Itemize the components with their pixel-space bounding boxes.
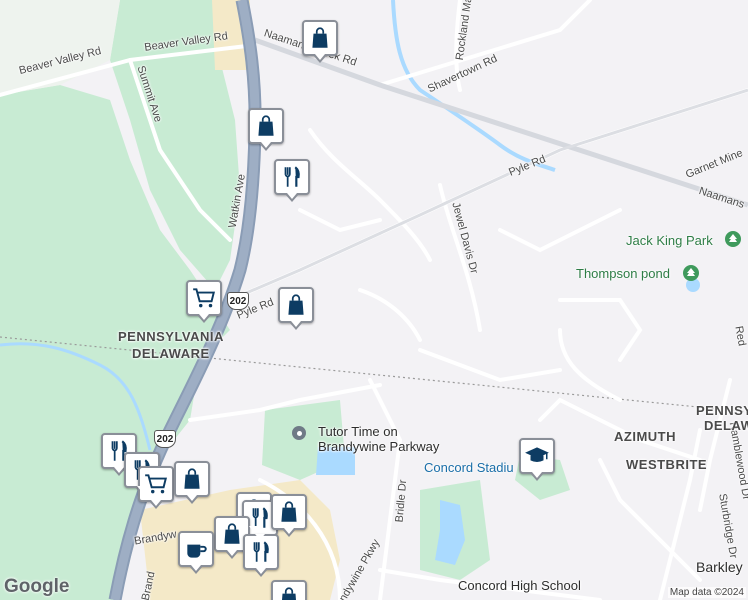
graduation-cap-icon — [525, 447, 549, 462]
google-logo: Google — [4, 576, 70, 597]
shopping-bag-icon — [288, 294, 304, 315]
poi-pin-shopping[interactable] — [271, 494, 307, 537]
map-canvas[interactable]: Beaver Valley Rd Beaver Valley Rd Naaman… — [0, 0, 748, 600]
poi-pin-cafe[interactable] — [178, 531, 214, 574]
coffee-cup-icon — [187, 544, 207, 558]
restaurant-icon — [284, 166, 300, 187]
shopping-cart-icon — [193, 288, 215, 308]
poi-pin-shopping[interactable] — [248, 108, 284, 151]
map-attribution: Map data ©2024 — [667, 587, 746, 598]
park-icon-thompson — [683, 265, 699, 281]
shopping-bag-icon — [281, 501, 297, 522]
shopping-bag-icon — [282, 587, 296, 600]
poi-pin-shopping[interactable] — [302, 20, 338, 63]
poi-pin-shopping[interactable] — [271, 580, 307, 600]
route-shield-us202-south: 202 — [154, 430, 176, 448]
poi-pin-grocery[interactable] — [138, 466, 174, 509]
poi-pin-restaurant[interactable] — [274, 159, 310, 202]
poi-pin-shopping[interactable] — [278, 287, 314, 330]
park-icon — [725, 231, 741, 247]
shopping-bag-icon — [258, 115, 274, 136]
poi-pin-grocery[interactable] — [186, 280, 222, 323]
shopping-cart-icon — [145, 474, 167, 494]
poi-pin-shopping[interactable] — [174, 461, 210, 504]
poi-pin-school[interactable] — [519, 438, 555, 481]
shopping-bag-icon — [184, 468, 200, 489]
place-icon-tutor-time — [292, 426, 306, 440]
shopping-bag-icon — [224, 523, 240, 544]
route-shield-us202: 202 — [227, 292, 249, 310]
restaurant-icon — [253, 541, 269, 562]
map-base-layer — [0, 0, 748, 600]
shopping-bag-icon — [312, 27, 328, 48]
